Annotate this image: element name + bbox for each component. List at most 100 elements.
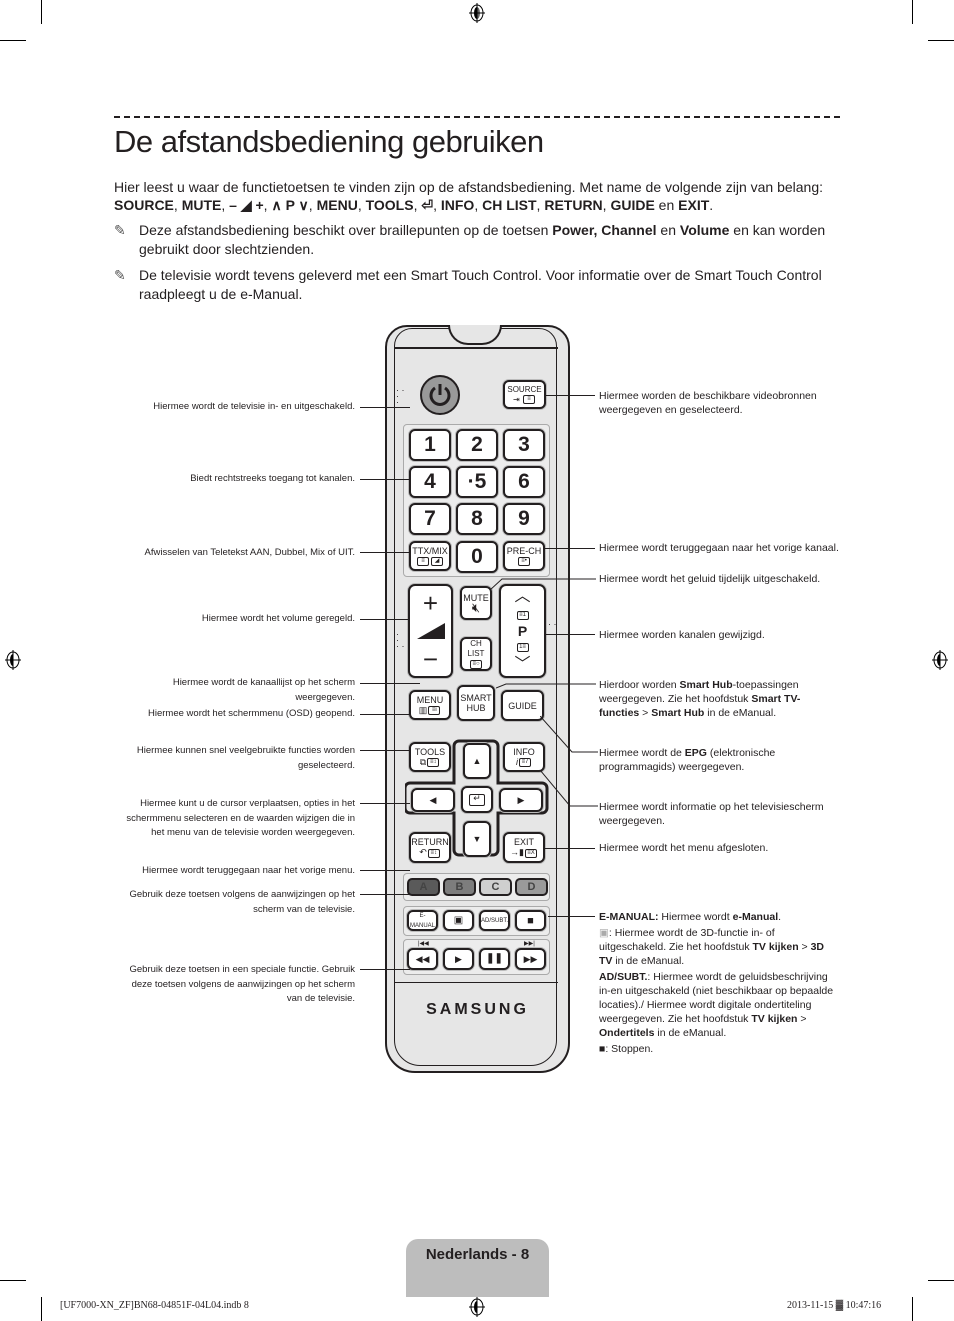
registration-mark-icon: [932, 650, 948, 670]
channel-label: P: [517, 623, 528, 639]
leader-line: [360, 750, 410, 751]
number-button[interactable]: 3: [503, 429, 545, 461]
right-arrow-button[interactable]: ▶: [499, 788, 543, 812]
callout-source: Hiermee worden de beschikbare videobronn…: [599, 389, 839, 417]
emphasis-text: EPG: [684, 747, 707, 759]
emphasis-text: e-Manual: [732, 911, 779, 923]
body-text: in de eManual.: [654, 1027, 727, 1039]
number-button[interactable]: ·5: [456, 466, 498, 498]
number-button[interactable]: 9: [503, 503, 545, 535]
exit-button[interactable]: EXIT →▮ ≡X: [503, 832, 545, 863]
channel-rocker[interactable]: ︿ ≡1 P 1≡ ﹀: [499, 584, 546, 678]
number-button[interactable]: 7: [409, 503, 451, 535]
ch-list-icon: ≡○: [469, 659, 483, 670]
note-text: De televisie wordt tevens geleverd met e…: [139, 267, 822, 302]
3d-button[interactable]: ▣: [443, 910, 474, 931]
guide-button[interactable]: GUIDE: [501, 690, 544, 721]
number-button[interactable]: 6: [503, 466, 545, 498]
note-text: Deze afstandsbediening beschikt over bra…: [139, 222, 825, 257]
color-button-d[interactable]: D: [515, 878, 548, 896]
play-button[interactable]: ▶: [443, 948, 474, 970]
number-button[interactable]: 4: [409, 466, 451, 498]
power-button[interactable]: [420, 375, 460, 415]
pre-ch-icon: ≡•: [517, 556, 531, 567]
callout-text: Biedt rechtstreeks toegang tot kanalen.: [190, 473, 355, 484]
number-button[interactable]: 1: [409, 429, 451, 461]
leader-line: [490, 578, 596, 591]
callout-text: Gebruik deze toetsen in een speciale fun…: [129, 964, 356, 1004]
callout-left: Hiermee wordt de kanaallijst op het sche…: [165, 676, 355, 705]
stop-button[interactable]: ■: [515, 910, 546, 931]
mute-button[interactable]: MUTE 🔇︎: [460, 586, 492, 620]
key-name: ∧ P ∨: [271, 197, 309, 213]
braille-dots: · · · ·: [396, 385, 405, 407]
enter-button[interactable]: ↵: [461, 786, 493, 813]
channel-up-sub-icon: ≡1: [516, 610, 529, 620]
body-text: >: [639, 707, 652, 719]
callout-left: Hiermee wordt het schermmenu (OSD) geope…: [115, 707, 355, 722]
menu-icon: ▥ ≡i: [419, 705, 442, 716]
menu-button[interactable]: MENU ▥ ≡i: [409, 690, 451, 720]
braille-dots: · · · ·: [396, 629, 405, 651]
3d-icon: ▣: [453, 914, 464, 926]
ttx-mix-button[interactable]: TTX/MIX ≡ ◢: [409, 541, 451, 571]
smart-hub-button[interactable]: SMART HUB: [457, 685, 495, 721]
color-button-label: B: [455, 881, 464, 893]
remote-control-illustration: · · · · SOURCE ⇥ ≡ TTX/MIX ≡ ◢ PRE-CH ≡• + …: [385, 325, 570, 1075]
rewind-button[interactable]: ◀◀: [407, 948, 438, 970]
return-icon: ↶ ≡↕: [419, 847, 441, 858]
source-button[interactable]: SOURCE ⇥ ≡: [503, 380, 546, 409]
body-text: en: [656, 222, 680, 238]
emphasis-text: Smart Hub: [679, 679, 733, 691]
callout-text: Hiermee wordt teruggegaan naar het vorig…: [599, 542, 839, 554]
up-arrow-button[interactable]: ▲: [463, 743, 491, 779]
color-button-c[interactable]: C: [479, 878, 512, 896]
separator-text: ,: [308, 197, 317, 213]
emphasis-text: Ondertitels: [599, 1027, 655, 1039]
callout-text: Hiermee wordt het schermmenu (OSD) geope…: [148, 708, 355, 719]
fast-forward-button[interactable]: ▶▶: [515, 948, 546, 970]
pre-ch-button[interactable]: PRE-CH ≡•: [503, 541, 545, 571]
key-name: MUTE: [181, 197, 222, 213]
source-input-icon: ⇥ ≡: [513, 395, 536, 405]
separator-text: ,: [357, 197, 366, 213]
color-button-a[interactable]: A: [407, 878, 440, 896]
separator-text: .: [709, 197, 714, 213]
ad-subt-button[interactable]: AD/SUBT.: [479, 910, 510, 931]
number-label: 9: [518, 507, 530, 530]
key-name: SOURCE: [114, 197, 174, 213]
emphasis-text: TV kijken: [752, 941, 799, 953]
number-button[interactable]: 8: [456, 503, 498, 535]
fast-forward-icon: ▶▶: [523, 954, 538, 964]
body-text: .: [778, 911, 782, 923]
left-arrow-button[interactable]: ◀: [411, 788, 455, 812]
separator-text: en: [654, 197, 679, 213]
leader-line: [360, 552, 410, 553]
e-manual-button[interactable]: E-MANUAL: [407, 910, 438, 931]
callout-info: Hiermee wordt informatie op het televisi…: [599, 800, 839, 828]
leader-line: [360, 479, 410, 480]
skip-back-icon: |◀◀: [418, 941, 429, 947]
callout-text: Hiermee wordt het volume geregeld.: [201, 613, 355, 624]
leader-line: [360, 619, 410, 620]
volume-rocker[interactable]: + −: [408, 584, 453, 678]
down-arrow-button[interactable]: ▼: [463, 821, 491, 857]
number-button[interactable]: 2: [456, 429, 498, 461]
volume-up-icon: +: [422, 588, 439, 618]
callout-text: Hiermee wordt informatie op het televisi…: [599, 801, 824, 827]
remote-top-divider: [395, 347, 558, 349]
color-button-b[interactable]: B: [443, 878, 476, 896]
return-button[interactable]: RETURN ↶ ≡↕: [409, 832, 451, 863]
leader-line: [545, 395, 595, 396]
number-button[interactable]: 0: [456, 541, 498, 573]
pause-button[interactable]: ❚❚: [479, 948, 510, 970]
emphasis-text: TV kijken: [751, 1013, 798, 1025]
callout-left: Hiermee kunt u de cursor verplaatsen, op…: [115, 797, 355, 841]
callout-text: Hiermee worden kanalen gewijzigd.: [599, 629, 765, 641]
pause-icon: ❚❚: [486, 953, 503, 964]
emphasis-text: E-MANUAL:: [599, 911, 659, 923]
key-name: EXIT: [678, 197, 710, 213]
key-name: GUIDE: [610, 197, 655, 213]
body-text: Deze afstandsbediening beschikt over bra…: [139, 222, 553, 238]
ch-list-button[interactable]: CH LIST ≡○: [460, 637, 492, 671]
